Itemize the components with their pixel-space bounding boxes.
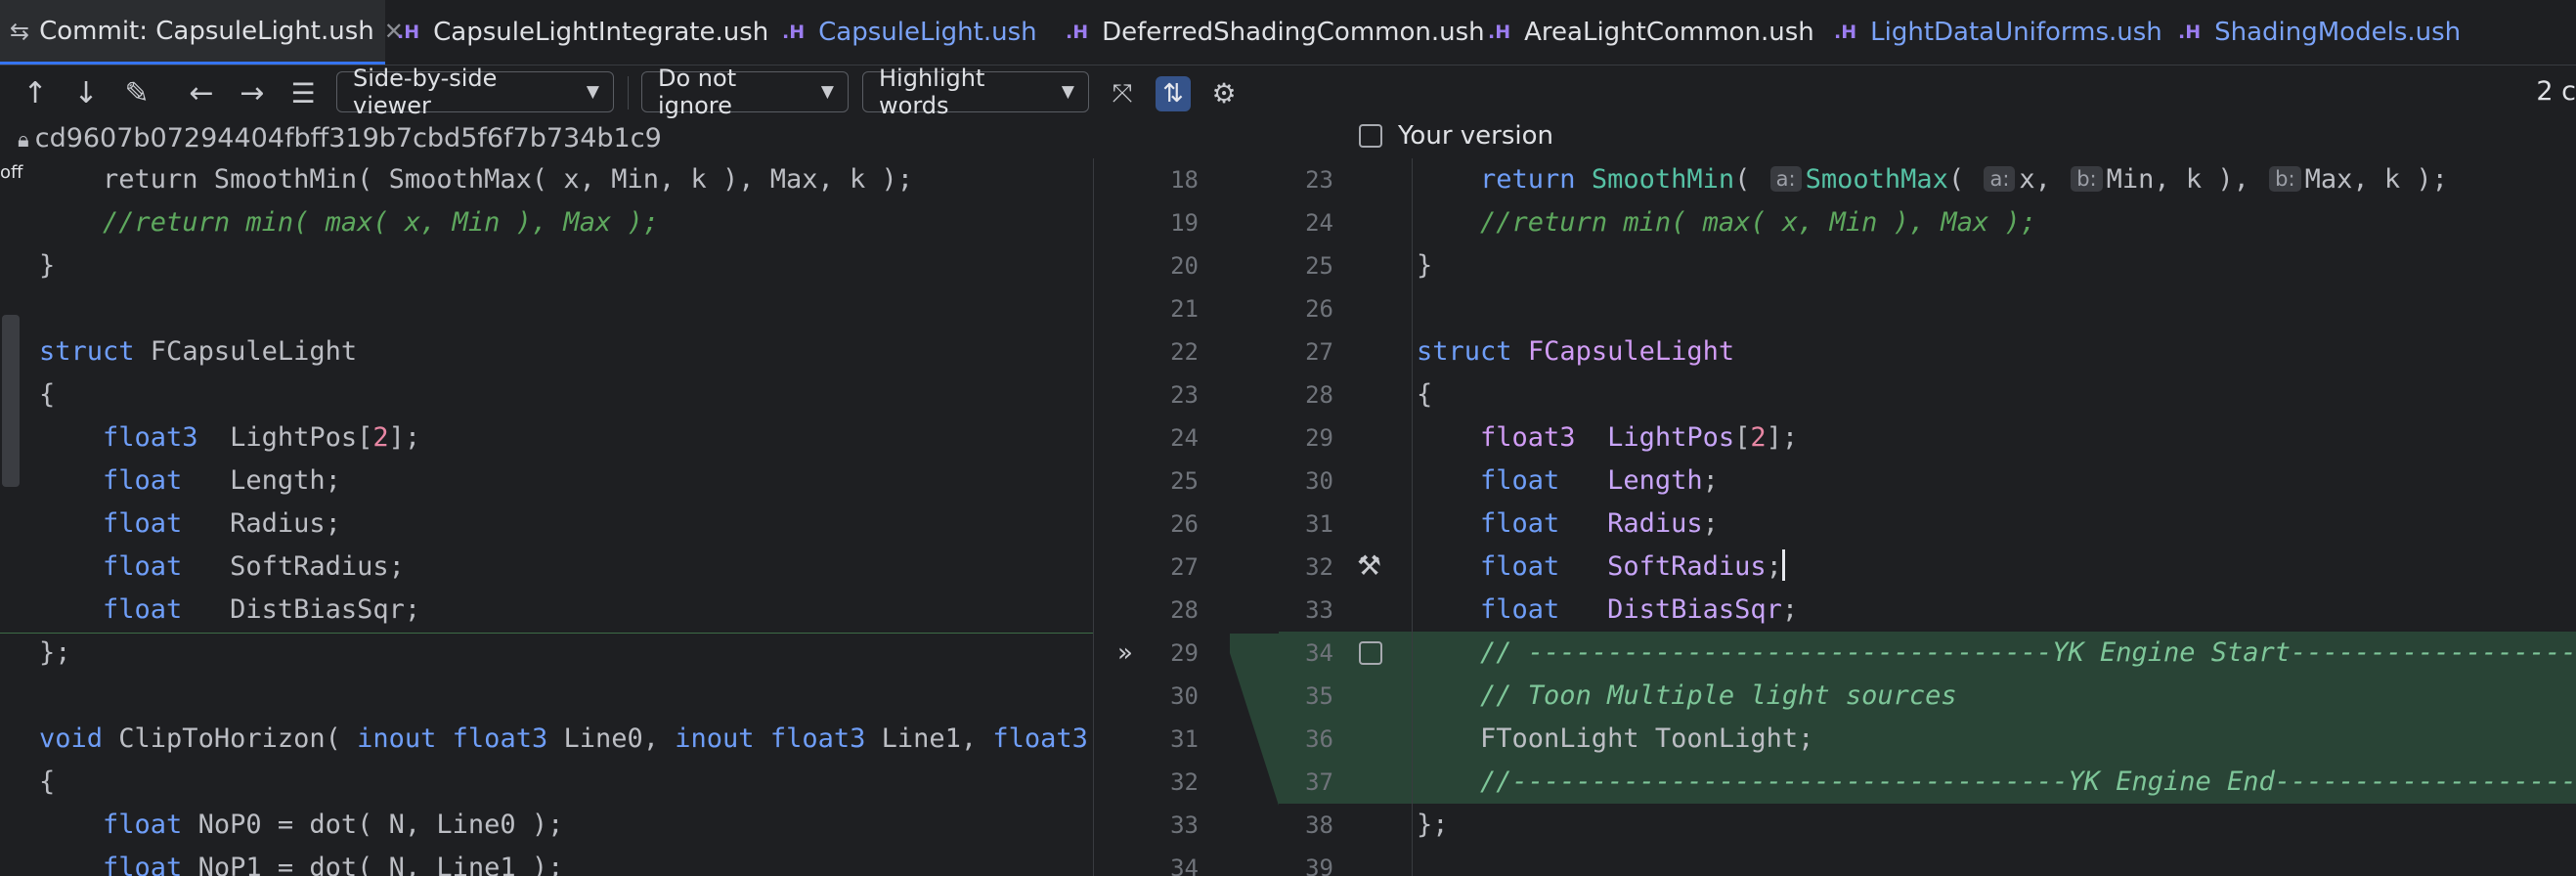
code-line: float NoP1 = dot( N, Line1 );: [103, 853, 564, 876]
lock-icon: 🔒︎: [18, 128, 29, 153]
tab-commit-capsulelight[interactable]: ⇆ Commit: CapsuleLight.ush ✕: [0, 0, 404, 65]
header-file-icon: .H: [1066, 22, 1089, 43]
code-line: float Radius;: [103, 508, 341, 539]
code-line: float DistBiasSqr;: [103, 594, 421, 625]
forward-icon[interactable]: →: [235, 76, 270, 111]
code-line: }: [1417, 250, 1433, 281]
code-line: float Radius;: [1480, 508, 1719, 539]
code-line: {: [1417, 379, 1433, 410]
commit-hash: cd9607b07294404fbff319b7cbd5f6f7b734b1c9: [34, 123, 662, 153]
apply-change-icon[interactable]: »: [1117, 632, 1133, 675]
your-version-header: Your version: [1359, 121, 1553, 151]
diff-connector: [1230, 634, 1279, 806]
added-lines-gutter: [1279, 632, 1412, 804]
added-code-line: //-----------------------------------YK …: [1413, 761, 2576, 804]
header-file-icon: .H: [1488, 22, 1511, 43]
header-file-icon: .H: [782, 22, 806, 43]
code-line: float Length;: [103, 465, 341, 496]
scrollbar-thumb[interactable]: [2, 315, 20, 487]
text-caret: [1781, 549, 1785, 581]
code-line: struct FCapsuleLight: [1417, 336, 1735, 367]
tab-label: LightDataUniforms.ush: [1870, 18, 2162, 47]
chevron-down-icon: ▼: [586, 82, 599, 102]
tab-label: CapsuleLight.ush: [818, 18, 1037, 47]
code-line: float SoftRadius;: [1413, 546, 1785, 589]
tab-lightdatauniforms[interactable]: .H LightDataUniforms.ush: [1834, 0, 2162, 65]
tab-label: ShadingModels.ush: [2214, 18, 2462, 47]
dropdown-label: Side-by-side viewer: [353, 65, 498, 119]
tab-label: Commit: CapsuleLight.ush: [39, 16, 374, 46]
code-line: {: [39, 379, 56, 410]
added-code-line: // Toon Multiple light sources: [1413, 675, 2576, 718]
code-line: //return min( max( x, Min ), Max );: [103, 207, 659, 238]
tab-capsulelightintegrate[interactable]: .H CapsuleLightIntegrate.ush: [397, 0, 768, 65]
tab-label: DeferredShadingCommon.ush: [1102, 18, 1485, 47]
commit-hash-label: 🔒︎ cd9607b07294404fbff319b7cbd5f6f7b734b1…: [0, 123, 662, 153]
ignore-whitespace-dropdown[interactable]: Do not ignore ▼: [641, 65, 849, 119]
left-editor-pane[interactable]: return SmoothMin( SmoothMax( x, Min, k )…: [0, 158, 1093, 876]
code-line: float DistBiasSqr;: [1480, 594, 1799, 625]
code-line: return SmoothMin( SmoothMax( x, Min, k )…: [39, 164, 914, 195]
code-line: {: [39, 766, 56, 797]
header-file-icon: .H: [1834, 22, 1857, 43]
difference-count: 2 c: [2536, 76, 2576, 107]
viewer-mode-dropdown[interactable]: Side-by-side viewer ▼: [336, 65, 614, 119]
tab-label: AreaLightCommon.ush: [1524, 18, 1814, 47]
sync-scroll-icon[interactable]: ⇅: [1156, 76, 1191, 111]
editor-tab-bar: ⇆ Commit: CapsuleLight.ush ✕ .H CapsuleL…: [0, 0, 2576, 66]
code-line: return SmoothMin( a: SmoothMax( a: x, b: Mi…: [1480, 164, 2448, 195]
tab-deferredshadingcommon[interactable]: .H DeferredShadingCommon.ush: [1066, 0, 1485, 65]
edit-source-icon[interactable]: ✎: [119, 76, 154, 111]
chevron-down-icon: ▼: [820, 82, 834, 102]
code-line: float SoftRadius;: [103, 551, 405, 582]
include-change-checkbox[interactable]: [1359, 641, 1382, 665]
dropdown-label: Do not ignore: [658, 65, 737, 119]
header-file-icon: .H: [2178, 22, 2202, 43]
separator: [628, 76, 629, 110]
insertion-marker: [0, 633, 1093, 634]
your-version-label: Your version: [1398, 121, 1553, 151]
hammer-icon[interactable]: ⚒: [1357, 549, 1381, 582]
tab-shadingmodels[interactable]: .H ShadingModels.ush: [2178, 0, 2461, 65]
back-icon[interactable]: ←: [184, 76, 219, 111]
your-version-checkbox[interactable]: [1359, 124, 1382, 148]
tab-arealightcommon[interactable]: .H AreaLightCommon.ush: [1488, 0, 1814, 65]
code-line: };: [1417, 810, 1449, 840]
right-editor-pane[interactable]: return SmoothMin( a: SmoothMax( a: x, b: Mi…: [1412, 158, 2576, 876]
header-file-icon: .H: [397, 22, 420, 43]
right-line-gutter: 23 24 25 26 27 28 29 30 31 32 33 34 35 3…: [1279, 158, 1412, 876]
code-line: void ClipToHorizon( inout float3 Line0, …: [39, 723, 1088, 754]
code-line: //return min( max( x, Min ), Max );: [1480, 207, 2036, 238]
code-line: float Length;: [1480, 465, 1719, 496]
tab-capsulelight[interactable]: .H CapsuleLight.ush: [782, 0, 1037, 65]
previous-difference-icon[interactable]: ↑: [18, 76, 53, 111]
added-code-line: // ---------------------------------YK E…: [1413, 632, 2576, 675]
settings-gear-icon[interactable]: ⚙: [1206, 76, 1242, 111]
collapse-unchanged-icon[interactable]: ⤧: [1105, 76, 1140, 111]
code-line: struct FCapsuleLight: [39, 336, 358, 367]
file-list-icon[interactable]: ☰: [285, 76, 321, 111]
dropdown-label: Highlight words: [879, 65, 985, 119]
code-line: float3 LightPos[2];: [103, 422, 421, 453]
next-difference-icon[interactable]: ↓: [68, 76, 104, 111]
highlight-mode-dropdown[interactable]: Highlight words ▼: [862, 65, 1089, 119]
code-line: }: [39, 250, 56, 281]
code-line: float NoP0 = dot( N, Line0 );: [103, 810, 564, 840]
chevron-down-icon: ▼: [1061, 82, 1074, 102]
added-code-line: FToonLight ToonLight;: [1413, 718, 2576, 761]
diff-icon: ⇆: [10, 17, 30, 45]
tab-label: CapsuleLightIntegrate.ush: [433, 18, 769, 47]
code-line: float3 LightPos[2];: [1480, 422, 1799, 453]
code-line: };: [39, 637, 71, 668]
off-label: off: [0, 162, 23, 183]
